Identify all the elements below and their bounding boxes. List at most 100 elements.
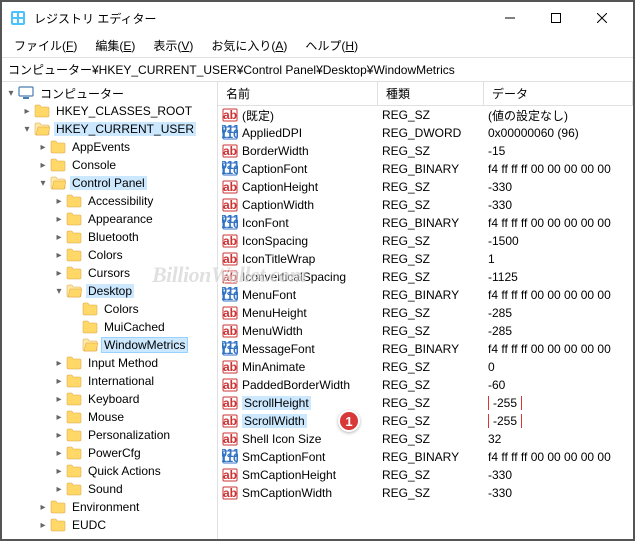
expand-icon[interactable]: ▸ (52, 448, 66, 459)
tree-node[interactable]: ▾ Control Panel (2, 174, 217, 192)
tree-label: Mouse (86, 410, 126, 424)
expand-icon[interactable]: ▸ (52, 394, 66, 405)
list-row[interactable]: IconverticalSpacing REG_SZ -1125 (218, 268, 633, 286)
tree-node[interactable]: ▾ HKEY_CURRENT_USER (2, 120, 217, 138)
expand-icon[interactable]: ▸ (52, 466, 66, 477)
expand-icon[interactable]: ▸ (36, 502, 50, 513)
menu-file[interactable]: ファイル(F) (6, 35, 85, 56)
tree-node[interactable]: Colors (2, 300, 217, 318)
tree-node[interactable]: ▸ Keyboard (2, 390, 217, 408)
tree-node[interactable]: ▸ International (2, 372, 217, 390)
tree-node[interactable]: ▸ Cursors (2, 264, 217, 282)
column-name[interactable]: 名前 (218, 82, 378, 105)
value-sz-icon (222, 107, 238, 123)
value-data: f4 ff ff ff 00 00 00 00 00 (484, 450, 633, 464)
expand-icon[interactable]: ▸ (52, 376, 66, 387)
expand-icon[interactable]: ▾ (36, 178, 50, 189)
folder-icon (66, 266, 82, 280)
tree-node[interactable]: MuiCached (2, 318, 217, 336)
maximize-button[interactable] (533, 2, 579, 34)
list-row[interactable]: MenuHeight REG_SZ -285 (218, 304, 633, 322)
list-row[interactable]: ScrollHeight REG_SZ -255 (218, 394, 633, 412)
list-row[interactable]: CaptionFont REG_BINARY f4 ff ff ff 00 00… (218, 160, 633, 178)
value-data: -285 (484, 306, 633, 320)
list-row[interactable]: ScrollWidth 1 REG_SZ -255 (218, 412, 633, 430)
list-view[interactable]: 名前 種類 データ (既定) REG_SZ (値の設定なし) AppliedDP… (218, 82, 633, 539)
value-name: MenuHeight (242, 306, 307, 320)
expand-icon[interactable]: ▸ (52, 358, 66, 369)
list-row[interactable]: IconTitleWrap REG_SZ 1 (218, 250, 633, 268)
list-row[interactable]: SmCaptionWidth REG_SZ -330 (218, 484, 633, 502)
expand-icon[interactable]: ▸ (52, 196, 66, 207)
titlebar[interactable]: レジストリ エディター (2, 2, 633, 34)
expand-icon[interactable]: ▸ (52, 250, 66, 261)
expand-icon[interactable]: ▸ (36, 160, 50, 171)
column-data[interactable]: データ (484, 82, 633, 105)
expand-icon[interactable]: ▸ (52, 214, 66, 225)
tree-node[interactable]: ▸ Personalization (2, 426, 217, 444)
list-row[interactable]: SmCaptionHeight REG_SZ -330 (218, 466, 633, 484)
list-row[interactable]: SmCaptionFont REG_BINARY f4 ff ff ff 00 … (218, 448, 633, 466)
menu-help[interactable]: ヘルプ(H) (297, 35, 366, 56)
expand-icon[interactable]: ▾ (20, 124, 34, 135)
value-data: -330 (484, 486, 633, 500)
tree-node[interactable]: ▸ Colors (2, 246, 217, 264)
list-row[interactable]: (既定) REG_SZ (値の設定なし) (218, 106, 633, 124)
expand-icon[interactable]: ▸ (36, 142, 50, 153)
tree-node[interactable]: ▸ HKEY_CLASSES_ROOT (2, 102, 217, 120)
tree-node[interactable]: ▾ Desktop (2, 282, 217, 300)
expand-icon[interactable]: ▸ (52, 232, 66, 243)
expand-icon[interactable]: ▸ (52, 484, 66, 495)
tree-node[interactable]: ▸ AppEvents (2, 138, 217, 156)
menu-fav[interactable]: お気に入り(A) (203, 35, 295, 56)
tree-node[interactable]: ▸ Console (2, 156, 217, 174)
tree-node[interactable]: ▾ コンピューター (2, 84, 217, 102)
menu-edit[interactable]: 編集(E) (87, 35, 143, 56)
list-row[interactable]: PaddedBorderWidth REG_SZ -60 (218, 376, 633, 394)
list-row[interactable]: MessageFont REG_BINARY f4 ff ff ff 00 00… (218, 340, 633, 358)
list-row[interactable]: AppliedDPI REG_DWORD 0x00000060 (96) (218, 124, 633, 142)
minimize-button[interactable] (487, 2, 533, 34)
folder-icon (66, 212, 82, 226)
list-row[interactable]: Shell Icon Size REG_SZ 32 (218, 430, 633, 448)
address-bar[interactable]: コンピューター¥HKEY_CURRENT_USER¥Control Panel¥… (2, 58, 633, 82)
tree-node[interactable]: ▸ Environment (2, 498, 217, 516)
tree-node[interactable]: ▸ Quick Actions (2, 462, 217, 480)
tree-node[interactable]: WindowMetrics (2, 336, 217, 354)
list-row[interactable]: BorderWidth REG_SZ -15 (218, 142, 633, 160)
list-row[interactable]: CaptionWidth REG_SZ -330 (218, 196, 633, 214)
close-button[interactable] (579, 2, 625, 34)
expand-icon[interactable]: ▾ (4, 88, 18, 99)
value-type: REG_SZ (378, 396, 484, 410)
menu-view[interactable]: 表示(V) (145, 35, 201, 56)
value-bin-icon (222, 125, 238, 141)
tree-label: Bluetooth (86, 230, 141, 244)
tree-node[interactable]: ▸ Bluetooth (2, 228, 217, 246)
list-row[interactable]: MenuWidth REG_SZ -285 (218, 322, 633, 340)
tree-node[interactable]: ▸ Mouse (2, 408, 217, 426)
tree-node[interactable]: ▸ Sound (2, 480, 217, 498)
tree-label: Control Panel (70, 176, 147, 190)
expand-icon[interactable]: ▸ (52, 430, 66, 441)
list-row[interactable]: MenuFont REG_BINARY f4 ff ff ff 00 00 00… (218, 286, 633, 304)
registry-editor-window: レジストリ エディター ファイル(F) 編集(E) 表示(V) お気に入り(A)… (0, 0, 635, 541)
expand-icon[interactable]: ▸ (20, 106, 34, 117)
tree-node[interactable]: ▸ Accessibility (2, 192, 217, 210)
tree-node[interactable]: ▸ Appearance (2, 210, 217, 228)
folder-icon (66, 230, 82, 244)
value-data: -255 (484, 414, 633, 428)
list-row[interactable]: IconFont REG_BINARY f4 ff ff ff 00 00 00… (218, 214, 633, 232)
tree-node[interactable]: ▸ Input Method (2, 354, 217, 372)
tree-node[interactable]: ▸ EUDC (2, 516, 217, 534)
expand-icon[interactable]: ▾ (52, 286, 66, 297)
tree-view[interactable]: ▾ コンピューター ▸ HKEY_CLASSES_ROOT ▾ HKEY_CUR… (2, 82, 218, 539)
value-data: 0 (484, 360, 633, 374)
tree-node[interactable]: ▸ PowerCfg (2, 444, 217, 462)
list-row[interactable]: CaptionHeight REG_SZ -330 (218, 178, 633, 196)
expand-icon[interactable]: ▸ (52, 268, 66, 279)
column-type[interactable]: 種類 (378, 82, 484, 105)
expand-icon[interactable]: ▸ (36, 520, 50, 531)
list-row[interactable]: MinAnimate REG_SZ 0 (218, 358, 633, 376)
expand-icon[interactable]: ▸ (52, 412, 66, 423)
list-row[interactable]: IconSpacing REG_SZ -1500 (218, 232, 633, 250)
